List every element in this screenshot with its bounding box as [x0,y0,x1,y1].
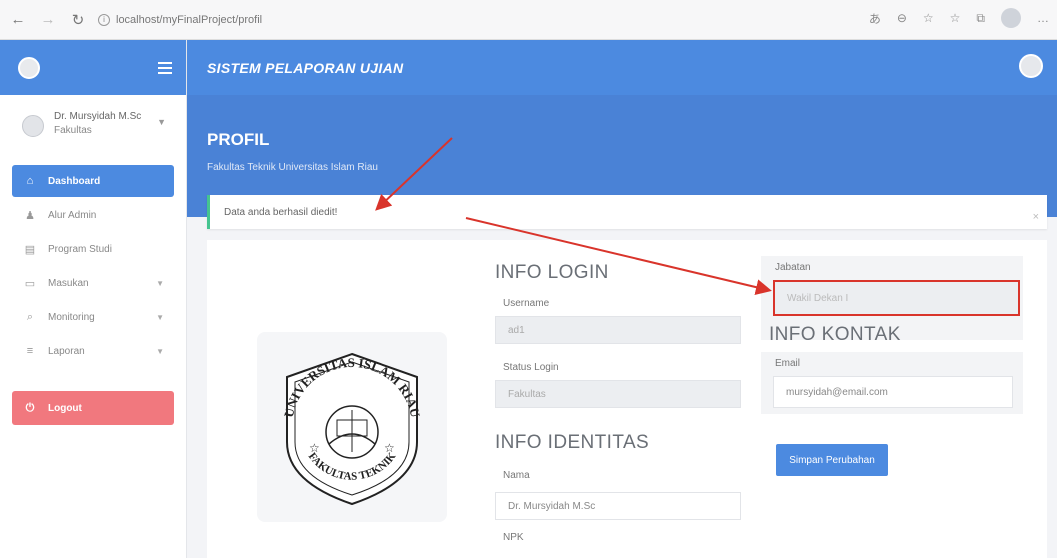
section-title-info-login: INFO LOGIN [495,262,609,283]
sidebar-item-laporan[interactable]: ≡ Laporan ▼ [12,335,174,367]
book-icon: ▤ [24,243,36,256]
sidebar-header [0,40,186,95]
app-title: SISTEM PELAPORAN UJIAN [207,59,404,76]
npk-label: NPK [503,532,524,543]
chevron-down-icon: ▼ [156,312,164,322]
collections-icon[interactable]: ⧉ [976,11,985,26]
username-label: Username [503,298,550,309]
profile-card: UNIVERSITAS ISLAM RIAU FAKULTAS TEKNIK ☆… [207,240,1047,558]
sidebar: Dr. Mursyidah M.Sc Fakultas ▼ ⌂ Dashboar… [0,40,187,558]
university-emblem: UNIVERSITAS ISLAM RIAU FAKULTAS TEKNIK ☆… [257,332,447,522]
sidebar-item-label: Monitoring [48,311,95,323]
alert-message: Data anda berhasil diedit! [224,206,338,218]
page-subtitle: Fakultas Teknik Universitas Islam Riau [207,162,378,173]
sidebar-item-program-studi[interactable]: ▤ Program Studi [12,233,174,265]
sidebar-menu: ⌂ Dashboard ♟ Alur Admin ▤ Program Studi… [0,165,186,425]
svg-text:☆: ☆ [309,441,320,455]
inbox-icon: ▭ [24,277,36,290]
sidebar-item-dashboard[interactable]: ⌂ Dashboard [12,165,174,197]
chevron-down-icon: ▼ [156,346,164,356]
navbar-avatar[interactable] [1019,54,1043,78]
logo-icon [18,56,40,79]
user-avatar [22,115,44,137]
page-title: PROFIL [207,130,270,149]
hamburger-menu-icon[interactable] [158,61,172,74]
sidebar-item-label: Dashboard [48,175,101,187]
chevron-down-icon[interactable]: ▼ [157,117,166,127]
user-icon: ♟ [25,209,35,222]
username-field[interactable]: ad1 [495,316,741,344]
reload-icon[interactable]: ↻ [66,8,90,32]
profile-avatar-icon[interactable] [1001,8,1021,28]
zoom-icon[interactable]: ⊖ [897,11,907,25]
back-arrow-icon[interactable]: ← [6,8,30,32]
logout-button[interactable]: ⏻ Logout [12,391,174,425]
sidebar-item-label: Laporan [48,345,85,357]
sidebar-item-masukan[interactable]: ▭ Masukan ▼ [12,267,174,299]
save-changes-button[interactable]: Simpan Perubahan [776,444,888,476]
logout-label: Logout [48,402,82,414]
svg-text:☆: ☆ [384,441,395,455]
emblem-seal-icon: UNIVERSITAS ISLAM RIAU FAKULTAS TEKNIK ☆… [281,352,423,506]
power-icon: ⏻ [25,401,35,414]
top-navbar: SISTEM PELAPORAN UJIAN [187,40,1057,95]
home-icon: ⌂ [26,175,34,187]
search-icon: ⌕ [26,310,34,323]
sidebar-item-label: Alur Admin [48,209,97,221]
user-name: Dr. Mursyidah M.Sc [54,111,142,122]
list-icon: ≡ [26,345,34,357]
email-label: Email [775,358,801,369]
more-icon[interactable]: … [1037,11,1049,25]
browser-actions: あ ⊖ ☆ ☆ ⧉ … [869,8,1049,28]
favorite-icon[interactable]: ☆ [923,11,934,25]
nama-label: Nama [503,470,530,481]
status-login-label: Status Login [503,362,559,373]
address-bar[interactable]: i localhost/myFinalProject/profil [98,13,263,26]
section-title-info-kontak: INFO KONTAK [769,324,901,345]
chevron-down-icon: ▼ [156,278,164,288]
section-title-info-identitas: INFO IDENTITAS [495,432,650,453]
site-info-icon[interactable]: i [98,13,110,26]
favorites-list-icon[interactable]: ☆ [950,11,961,25]
sidebar-item-label: Program Studi [48,243,112,255]
sidebar-item-monitoring[interactable]: ⌕ Monitoring ▼ [12,301,174,333]
email-field[interactable]: mursyidah@email.com [773,376,1013,408]
user-role: Fakultas [54,125,92,136]
user-panel[interactable]: Dr. Mursyidah M.Sc Fakultas ▼ [0,95,186,161]
success-alert: Data anda berhasil diedit! × [207,195,1047,229]
jabatan-field[interactable]: Wakil Dekan I [773,280,1020,316]
url-text: localhost/myFinalProject/profil [116,13,263,26]
forward-arrow-icon[interactable]: → [36,8,60,32]
browser-toolbar: ← → ↻ i localhost/myFinalProject/profil … [0,0,1057,40]
jabatan-label: Jabatan [775,262,811,273]
close-icon[interactable]: × [1033,211,1039,223]
nama-field[interactable]: Dr. Mursyidah M.Sc [495,492,741,520]
sidebar-item-label: Masukan [48,277,89,289]
status-login-field[interactable]: Fakultas [495,380,741,408]
translate-icon[interactable]: あ [869,10,881,27]
sidebar-item-alur-admin[interactable]: ♟ Alur Admin [12,199,174,231]
